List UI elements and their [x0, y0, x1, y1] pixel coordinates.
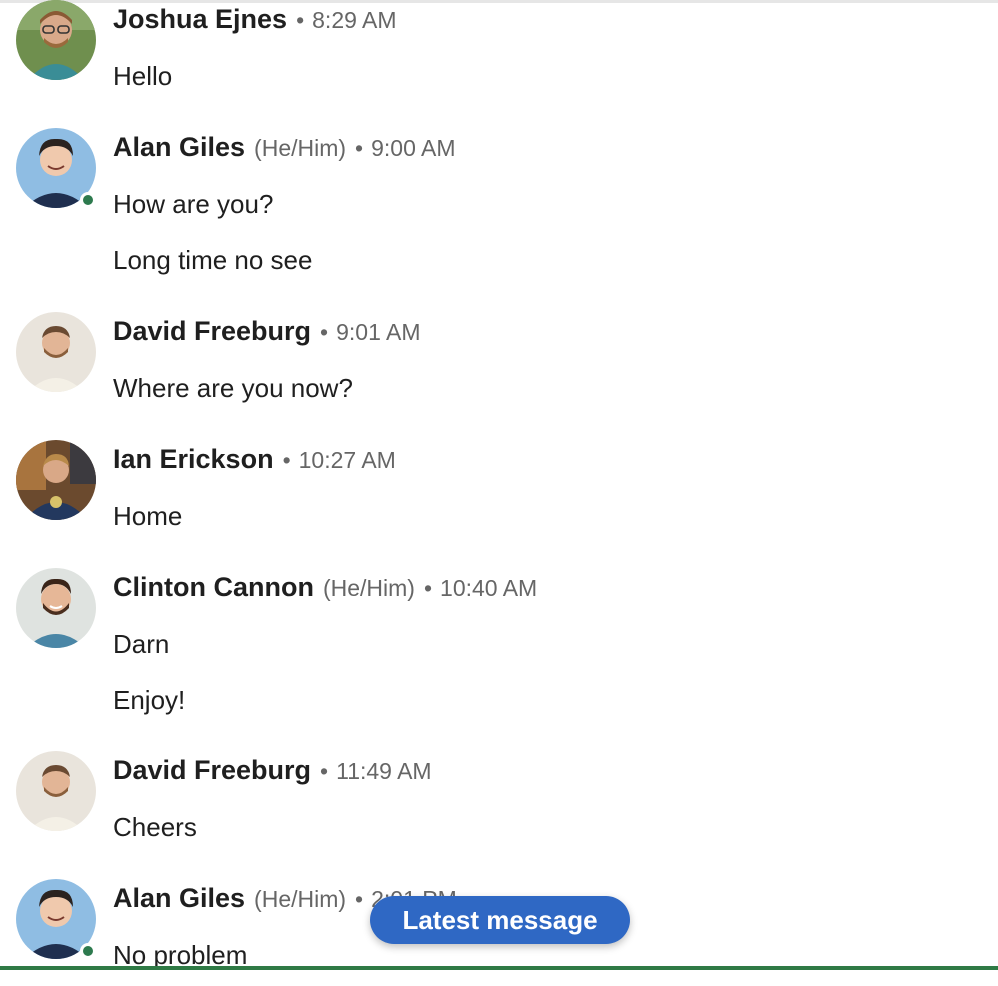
message-header: David Freeburg • 11:49 AM — [113, 755, 432, 787]
message-text: Enjoy! — [113, 685, 186, 715]
sender-name[interactable]: Alan Giles — [113, 883, 245, 914]
sender-name[interactable]: David Freeburg — [113, 316, 311, 347]
sender-name[interactable]: Joshua Ejnes — [113, 4, 287, 35]
message-text: Hello — [113, 61, 173, 91]
message-text: Cheers — [113, 812, 197, 842]
pronouns: (He/Him) — [322, 575, 415, 601]
message-text: How are you? — [113, 189, 274, 219]
message-text: No problem — [113, 940, 248, 968]
message-feed[interactable]: Joshua Ejnes • 8:29 AM Hello Alan Giles … — [0, 0, 998, 968]
separator-dot: • — [355, 886, 364, 912]
composer-top-border — [0, 966, 998, 970]
message-text: Long time no see — [113, 245, 313, 275]
sender-name[interactable]: Alan Giles — [113, 132, 245, 163]
timestamp: 8:29 AM — [312, 7, 397, 33]
profile-photo-icon — [16, 0, 96, 80]
message-header: David Freeburg • 9:01 AM — [113, 316, 421, 348]
separator-dot: • — [320, 758, 329, 784]
online-status-indicator — [80, 192, 96, 208]
latest-message-button[interactable]: Latest message — [370, 896, 630, 944]
separator-dot: • — [355, 135, 364, 161]
message-header: Ian Erickson • 10:27 AM — [113, 444, 396, 476]
message-text: Home — [113, 501, 183, 531]
message-header: Alan Giles (He/Him) • 9:00 AM — [113, 132, 456, 164]
message-text: Darn — [113, 629, 170, 659]
avatar[interactable] — [16, 879, 96, 959]
online-status-indicator — [80, 943, 96, 959]
avatar[interactable] — [16, 751, 96, 831]
timestamp: 9:01 AM — [336, 319, 421, 345]
message-header: Joshua Ejnes • 8:29 AM — [113, 4, 397, 36]
avatar[interactable] — [16, 440, 96, 520]
separator-dot: • — [423, 575, 433, 601]
timestamp: 10:27 AM — [298, 447, 396, 473]
avatar[interactable] — [16, 568, 96, 648]
message-text: Where are you now? — [113, 373, 353, 403]
avatar[interactable] — [16, 0, 96, 80]
timestamp: 9:00 AM — [371, 135, 456, 161]
profile-photo-icon — [16, 440, 96, 520]
sender-name[interactable]: Clinton Cannon — [113, 572, 314, 603]
pronouns: (He/Him) — [254, 135, 347, 161]
profile-photo-icon — [16, 751, 96, 831]
avatar[interactable] — [16, 128, 96, 208]
profile-photo-icon — [16, 568, 96, 648]
sender-name[interactable]: David Freeburg — [113, 755, 311, 786]
separator-dot: • — [320, 319, 329, 345]
message-header: Clinton Cannon (He/Him) • 10:40 AM — [113, 572, 537, 604]
timestamp: 11:49 AM — [336, 758, 432, 784]
profile-photo-icon — [16, 312, 96, 392]
separator-dot: • — [296, 7, 305, 33]
pronouns: (He/Him) — [254, 886, 347, 912]
timestamp: 10:40 AM — [440, 575, 538, 601]
avatar[interactable] — [16, 312, 96, 392]
sender-name[interactable]: Ian Erickson — [113, 444, 274, 475]
separator-dot: • — [282, 447, 291, 473]
